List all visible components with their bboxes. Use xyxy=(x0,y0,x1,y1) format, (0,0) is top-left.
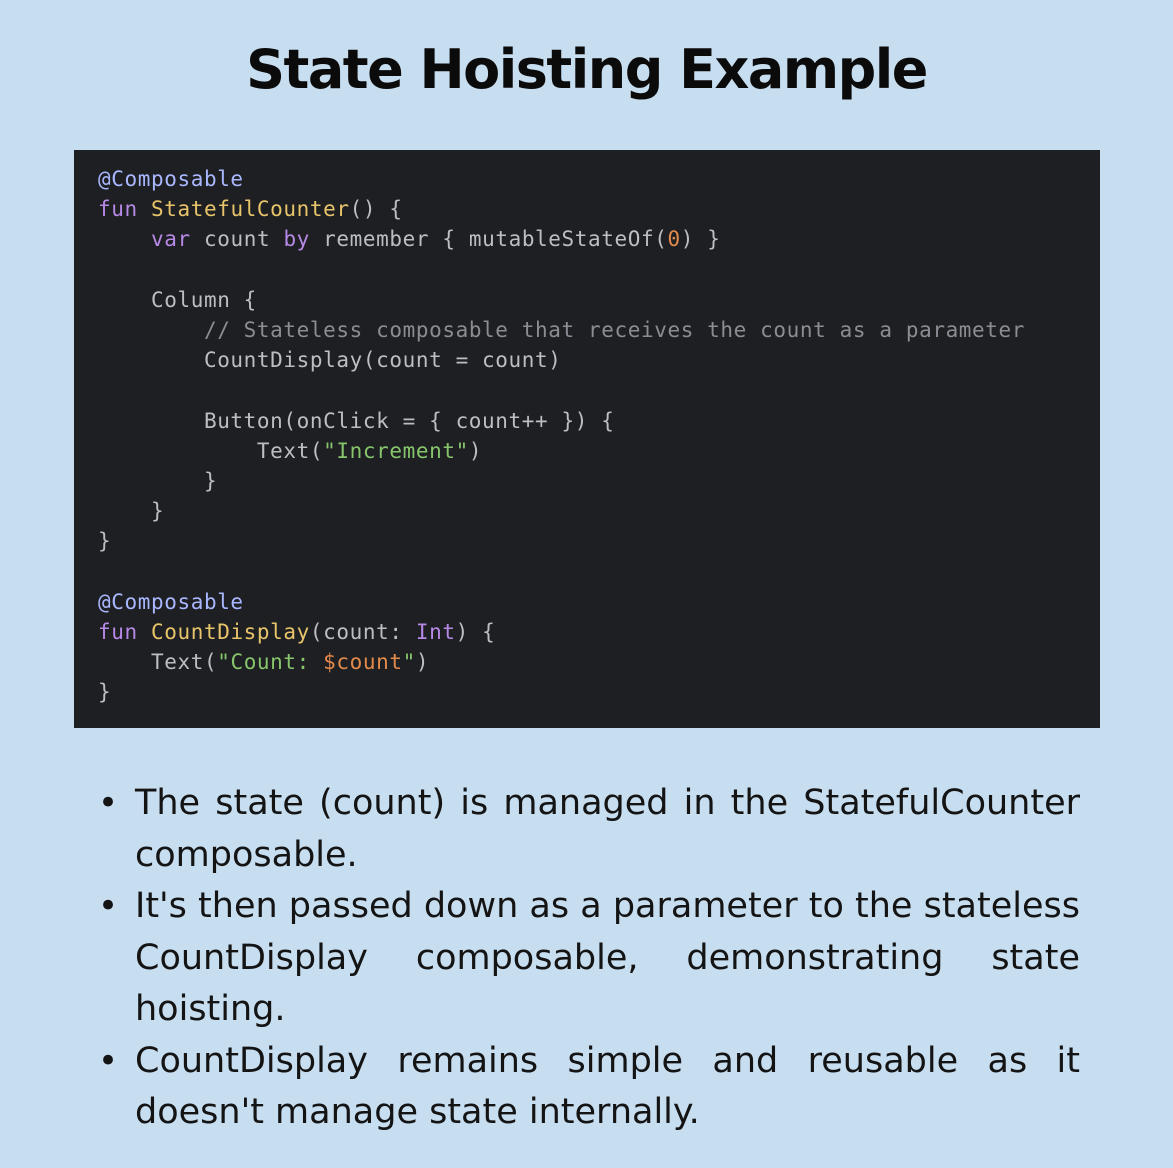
code-line: fun CountDisplay(count: Int) { xyxy=(98,617,1100,647)
code-block: @Composable fun StatefulCounter() { var c… xyxy=(74,150,1100,728)
code-token: remember { mutableStateOf( xyxy=(323,227,668,252)
code-token: @Composable xyxy=(98,589,244,614)
code-token: // Stateless composable that receives th… xyxy=(203,317,1026,342)
code-token: (count: xyxy=(309,619,416,644)
code-token: ) { xyxy=(455,619,496,644)
code-line: Column { xyxy=(98,285,1100,315)
code-line: } xyxy=(98,526,1100,556)
bullet-list: The state (count) is managed in the Stat… xyxy=(98,778,1080,1139)
code-token: by xyxy=(283,227,324,252)
code-token: Column { xyxy=(98,287,257,312)
code-line: Text("Count: $count") xyxy=(98,647,1100,677)
code-line: } xyxy=(98,496,1100,526)
code-token: ) } xyxy=(680,227,721,252)
code-token: "Count: xyxy=(217,650,324,674)
page-title: State Hoisting Example xyxy=(246,38,928,101)
code-token: fun xyxy=(98,619,151,644)
code-line: Text("Increment") xyxy=(98,436,1100,466)
code-token: "Increment" xyxy=(323,438,469,463)
code-line: // Stateless composable that receives th… xyxy=(98,315,1100,345)
code-token: } xyxy=(98,680,112,705)
code-token: Button(onClick = { count++ }) { xyxy=(98,408,615,433)
code-token: fun xyxy=(98,197,151,222)
code-line: } xyxy=(98,466,1100,496)
code-token: StatefulCounter xyxy=(150,197,350,222)
code-token: CountDisplay xyxy=(150,619,310,644)
code-token: count xyxy=(203,227,284,252)
code-token: $count xyxy=(323,650,403,674)
code-token: ) xyxy=(415,650,430,674)
code-line: @Composable xyxy=(98,164,1100,194)
code-token: var xyxy=(150,227,204,252)
code-token: ) xyxy=(468,438,483,463)
code-token: @Composable xyxy=(98,167,244,191)
code-token: } xyxy=(98,468,218,493)
code-token: () { xyxy=(349,197,403,222)
bullet-item: The state (count) is managed in the Stat… xyxy=(98,778,1080,881)
code-token: " xyxy=(402,650,416,674)
code-line: CountDisplay(count = count) xyxy=(98,345,1100,375)
code-line: } xyxy=(98,677,1100,707)
code-line: var count by remember { mutableStateOf(0… xyxy=(98,224,1100,254)
code-token: Text( xyxy=(98,438,324,463)
code-token: } xyxy=(98,499,165,524)
code-token: CountDisplay(count = count) xyxy=(98,348,562,373)
bullet-item: It's then passed down as a parameter to … xyxy=(98,881,1080,1036)
code-token: Int xyxy=(415,619,456,644)
bullet-item: CountDisplay remains simple and reusable… xyxy=(98,1036,1080,1139)
code-line: @Composable xyxy=(98,587,1100,617)
code-token: } xyxy=(98,529,112,554)
code-token: Text( xyxy=(98,650,218,674)
code-line: fun StatefulCounter() { xyxy=(98,194,1100,224)
code-token: 0 xyxy=(667,227,681,252)
code-line: Button(onClick = { count++ }) { xyxy=(98,406,1100,436)
